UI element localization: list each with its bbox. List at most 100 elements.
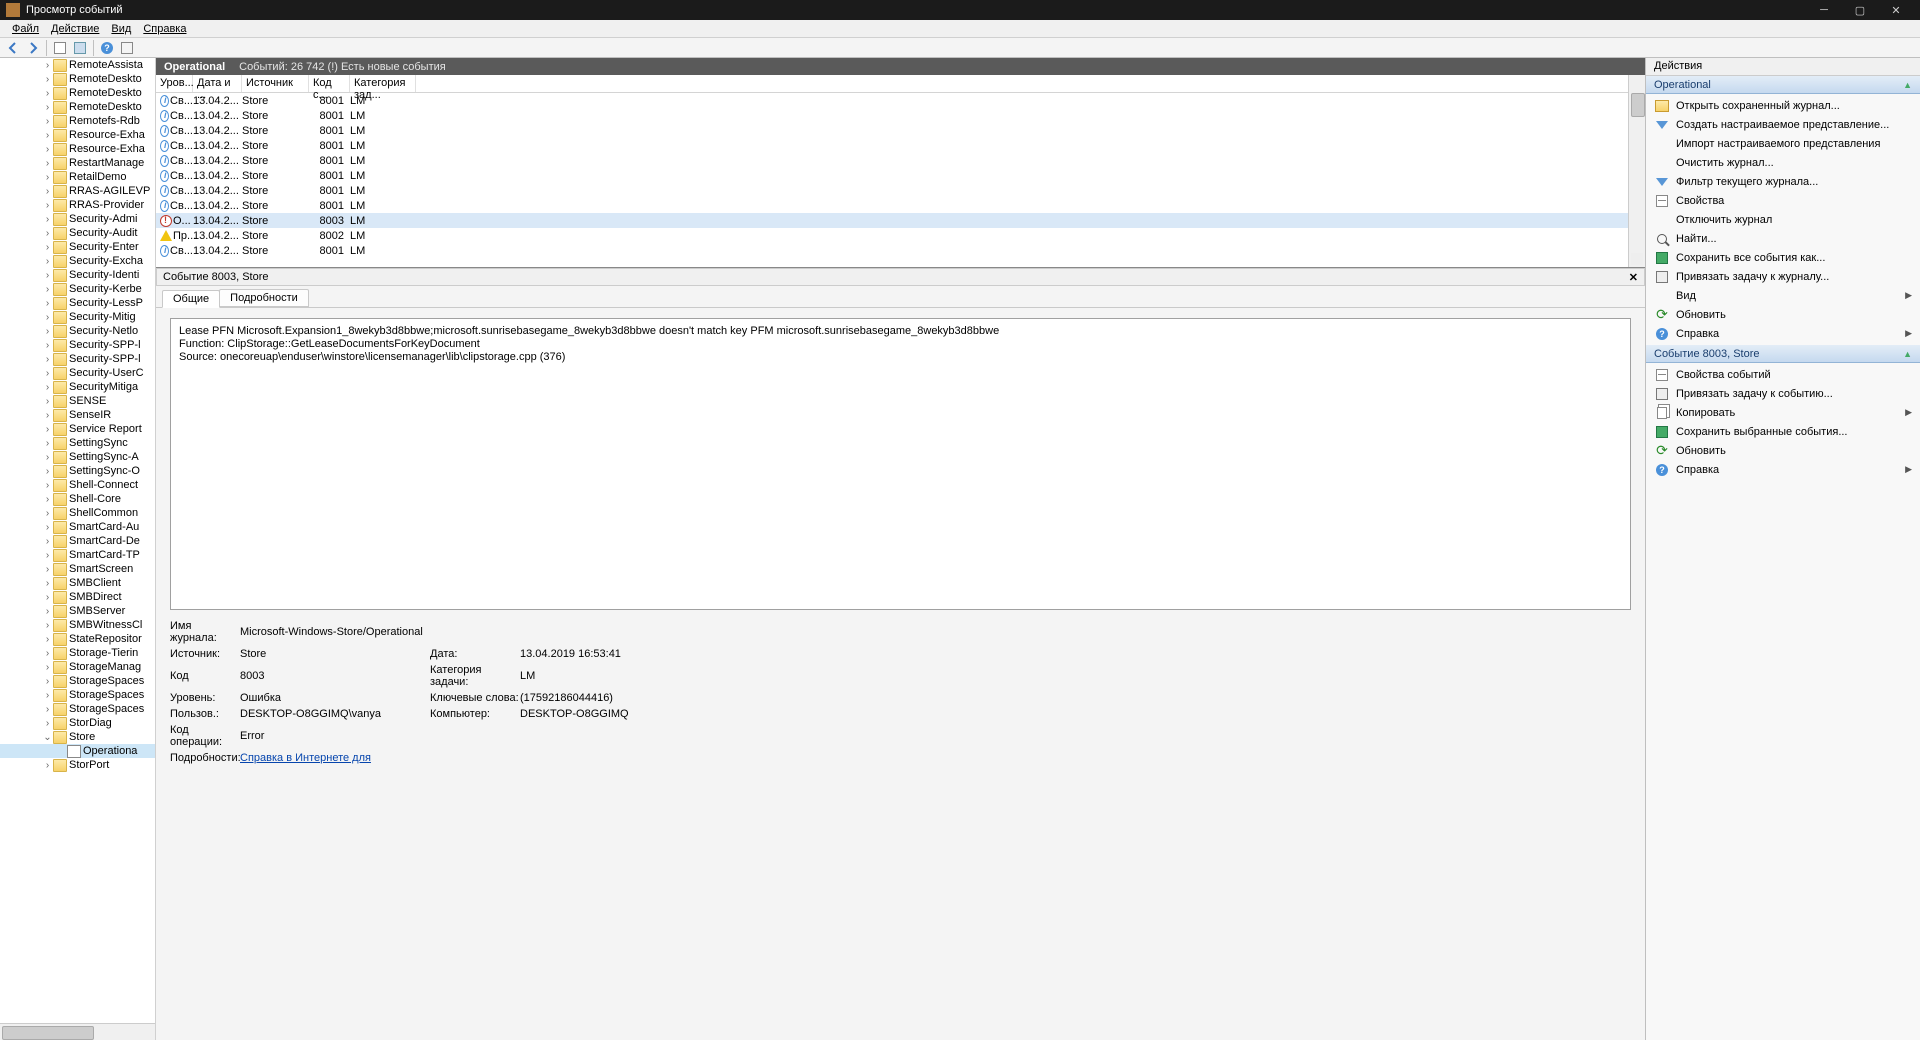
tree-item[interactable]: ›SmartCard-Au <box>0 520 155 534</box>
tree-twisty-icon[interactable]: › <box>42 718 53 729</box>
menu-view[interactable]: Вид <box>105 22 137 36</box>
tree-twisty-icon[interactable]: › <box>42 74 53 85</box>
tree-twisty-icon[interactable]: › <box>42 144 53 155</box>
tree-item[interactable]: ›SMBServer <box>0 604 155 618</box>
toolbar-btn-2[interactable] <box>71 39 89 57</box>
table-row[interactable]: О...13.04.2...Store8003LM <box>156 213 1628 228</box>
tree-twisty-icon[interactable]: › <box>42 396 53 407</box>
tree-item[interactable]: ›RemoteDeskto <box>0 72 155 86</box>
tree-twisty-icon[interactable]: › <box>42 172 53 183</box>
tree-horizontal-scrollbar[interactable] <box>0 1023 155 1040</box>
toolbar-btn-1[interactable] <box>51 39 69 57</box>
tree-item[interactable]: ›SecurityMitiga <box>0 380 155 394</box>
tree-twisty-icon[interactable]: › <box>42 284 53 295</box>
events-grid[interactable]: Уров... Дата и ... Источник Код с... Кат… <box>156 75 1628 267</box>
tree-item[interactable]: ›Security-Kerbe <box>0 282 155 296</box>
tree-twisty-icon[interactable]: › <box>42 480 53 491</box>
tree-item[interactable]: ›StorDiag <box>0 716 155 730</box>
tree-item[interactable]: ›SMBWitnessCl <box>0 618 155 632</box>
table-row[interactable]: Св...13.04.2...Store8001LM <box>156 198 1628 213</box>
col-level[interactable]: Уров... <box>156 75 193 92</box>
tree-item[interactable]: ›RemoteDeskto <box>0 100 155 114</box>
tree-item[interactable]: ›Service Report <box>0 422 155 436</box>
tree-twisty-icon[interactable]: › <box>42 508 53 519</box>
tree-twisty-icon[interactable]: › <box>42 382 53 393</box>
tree-item[interactable]: ›Shell-Core <box>0 492 155 506</box>
action-item[interactable]: Свойства событий <box>1646 365 1920 384</box>
tree-item[interactable]: ›Security-UserC <box>0 366 155 380</box>
help-button[interactable]: ? <box>98 39 116 57</box>
tree-twisty-icon[interactable]: › <box>42 214 53 225</box>
tree-twisty-icon[interactable]: › <box>42 200 53 211</box>
tree-twisty-icon[interactable]: ⌄ <box>42 732 53 743</box>
menu-help[interactable]: Справка <box>137 22 192 36</box>
tree-item[interactable]: ⌄Store <box>0 730 155 744</box>
table-row[interactable]: Св...13.04.2...Store8001LM <box>156 123 1628 138</box>
tree-twisty-icon[interactable]: › <box>42 494 53 505</box>
tree-item[interactable]: ›SettingSync-O <box>0 464 155 478</box>
tree-twisty-icon[interactable]: › <box>42 130 53 141</box>
grid-header[interactable]: Уров... Дата и ... Источник Код с... Кат… <box>156 75 1628 93</box>
event-message-box[interactable]: Lease PFN Microsoft.Expansion1_8wekyb3d8… <box>170 318 1631 610</box>
table-row[interactable]: Св...13.04.2...Store8001LM <box>156 168 1628 183</box>
table-row[interactable]: Св...13.04.2...Store8001LM <box>156 183 1628 198</box>
col-date[interactable]: Дата и ... <box>193 75 242 92</box>
tree-item[interactable]: ›StorageManag <box>0 660 155 674</box>
table-row[interactable]: Св...13.04.2...Store8001LM <box>156 243 1628 258</box>
tab-general[interactable]: Общие <box>162 290 220 308</box>
tree-item[interactable]: ›SmartScreen <box>0 562 155 576</box>
tree-twisty-icon[interactable]: › <box>42 424 53 435</box>
tree-item[interactable]: ›SenseIR <box>0 408 155 422</box>
tree-twisty-icon[interactable]: › <box>42 228 53 239</box>
tree-twisty-icon[interactable]: › <box>42 410 53 421</box>
tree-item[interactable]: ›StorageSpaces <box>0 702 155 716</box>
tree[interactable]: ›RemoteAssista›RemoteDeskto›RemoteDeskto… <box>0 58 155 1023</box>
tree-twisty-icon[interactable]: › <box>42 368 53 379</box>
toolbar-btn-4[interactable] <box>118 39 136 57</box>
tree-item[interactable]: ›Security-Admi <box>0 212 155 226</box>
tree-twisty-icon[interactable]: › <box>42 550 53 561</box>
tree-item[interactable]: ›RemoteAssista <box>0 58 155 72</box>
tree-twisty-icon[interactable]: › <box>42 648 53 659</box>
tree-twisty-icon[interactable]: › <box>42 242 53 253</box>
tree-twisty-icon[interactable]: › <box>42 116 53 127</box>
tree-twisty-icon[interactable]: › <box>42 634 53 645</box>
action-item[interactable]: Фильтр текущего журнала... <box>1646 172 1920 191</box>
tree-item[interactable]: ›SmartCard-TP <box>0 548 155 562</box>
tree-item[interactable]: ›Security-LessP <box>0 296 155 310</box>
tree-item[interactable]: Operationa <box>0 744 155 758</box>
tree-item[interactable]: ›StorageSpaces <box>0 688 155 702</box>
tree-item[interactable]: ›Resource-Exha <box>0 128 155 142</box>
tree-twisty-icon[interactable]: › <box>42 312 53 323</box>
tree-twisty-icon[interactable]: › <box>42 298 53 309</box>
tree-twisty-icon[interactable]: › <box>42 60 53 71</box>
tree-item[interactable]: ›SMBClient <box>0 576 155 590</box>
tree-twisty-icon[interactable]: › <box>42 102 53 113</box>
col-source[interactable]: Источник <box>242 75 309 92</box>
tree-item[interactable]: ›SMBDirect <box>0 590 155 604</box>
tree-item[interactable]: ›SettingSync <box>0 436 155 450</box>
tree-twisty-icon[interactable]: › <box>42 270 53 281</box>
table-row[interactable]: Св...13.04.2...Store8001LM <box>156 108 1628 123</box>
tree-item[interactable]: ›ShellCommon <box>0 506 155 520</box>
tree-twisty-icon[interactable]: › <box>42 536 53 547</box>
minimize-button[interactable]: ─ <box>1806 0 1842 20</box>
grid-vertical-scrollbar[interactable] <box>1628 75 1645 267</box>
tree-twisty-icon[interactable]: › <box>42 522 53 533</box>
table-row[interactable]: Пр...13.04.2...Store8002LM <box>156 228 1628 243</box>
actions-section-operational[interactable]: Operational▲ <box>1646 76 1920 94</box>
tree-twisty-icon[interactable]: › <box>42 564 53 575</box>
tree-item[interactable]: ›Security-Netlo <box>0 324 155 338</box>
action-item[interactable]: ?Справка▶ <box>1646 460 1920 479</box>
action-item[interactable]: Сохранить все события как... <box>1646 248 1920 267</box>
tree-item[interactable]: ›RRAS-AGILEVP <box>0 184 155 198</box>
menu-file[interactable]: Файл <box>6 22 45 36</box>
action-item[interactable]: Создать настраиваемое представление... <box>1646 115 1920 134</box>
tree-item[interactable]: ›SENSE <box>0 394 155 408</box>
tree-item[interactable]: ›SmartCard-De <box>0 534 155 548</box>
tree-twisty-icon[interactable]: › <box>42 676 53 687</box>
tree-twisty-icon[interactable]: › <box>42 690 53 701</box>
tree-twisty-icon[interactable]: › <box>42 578 53 589</box>
action-item[interactable]: ⟳Обновить <box>1646 305 1920 324</box>
action-item[interactable]: Найти... <box>1646 229 1920 248</box>
